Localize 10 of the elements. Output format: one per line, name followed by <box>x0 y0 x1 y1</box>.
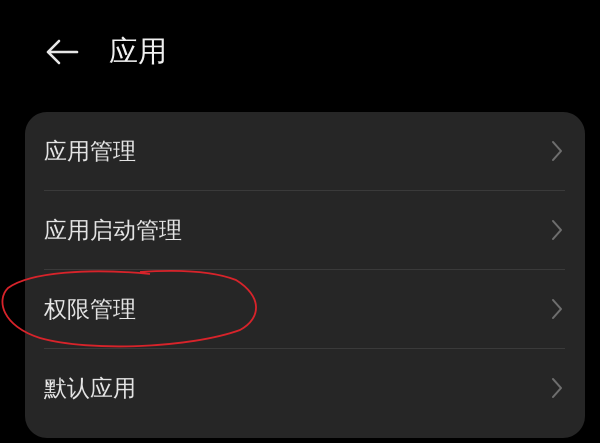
menu-item[interactable]: 权限管理 <box>44 270 585 348</box>
chevron-icon <box>551 219 563 241</box>
back-icon[interactable] <box>45 39 79 65</box>
menu-item[interactable]: 应用管理 <box>44 112 585 190</box>
chevron-icon <box>551 377 563 399</box>
chevron-icon <box>551 140 563 162</box>
chevron-icon <box>551 298 563 320</box>
page-title: 应用 <box>109 33 167 70</box>
menu-item[interactable]: 应用启动管理 <box>44 191 585 269</box>
menu-item[interactable]: 默认应用 <box>44 349 585 427</box>
